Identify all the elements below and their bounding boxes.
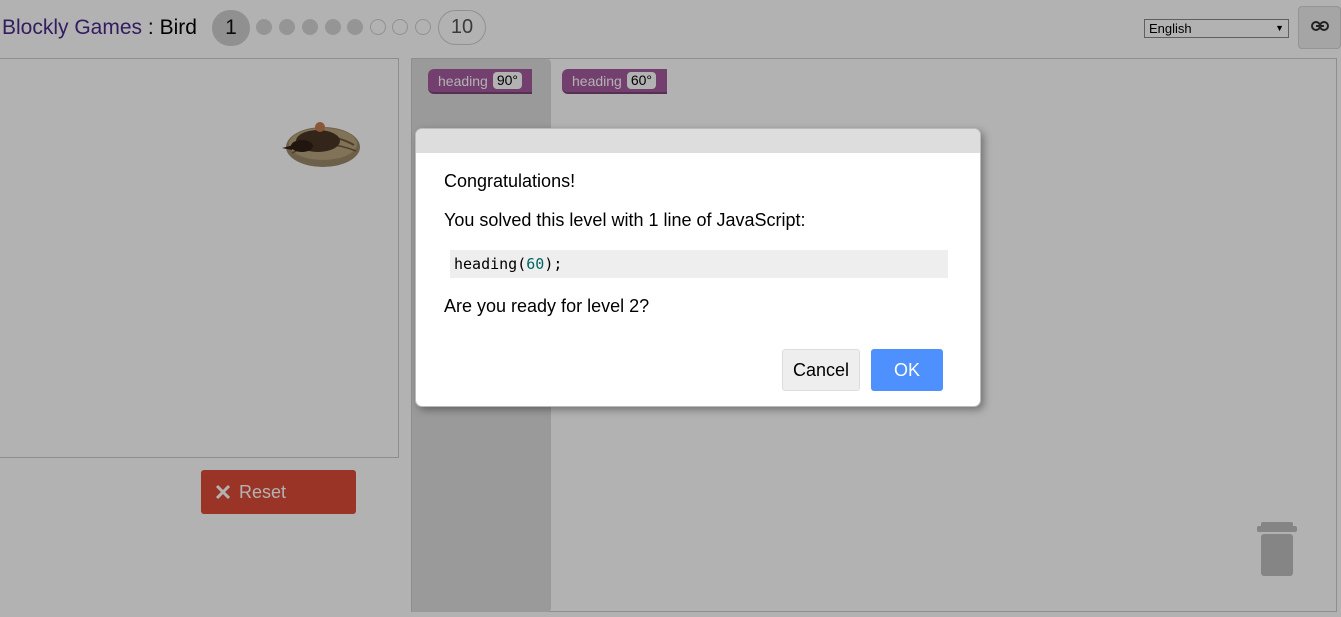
congratulations-dialog: Congratulations! You solved this level w… [415, 128, 981, 407]
cancel-button[interactable]: Cancel [782, 349, 860, 391]
dialog-congrats-text: Congratulations! [444, 171, 576, 191]
code-fn: heading( [454, 255, 527, 273]
dialog-solved-text: You solved this level with 1 line of Jav… [444, 210, 806, 230]
code-snippet: heading(60); [450, 250, 948, 278]
app-root: Blockly Games : Bird 1 10 English ▼ Rese… [0, 0, 1341, 617]
dialog-title-bar[interactable] [416, 129, 980, 153]
code-arg: 60 [526, 255, 545, 273]
ok-button[interactable]: OK [871, 349, 943, 391]
dialog-ready-text: Are you ready for level 2? [444, 296, 650, 316]
code-end: ); [544, 255, 563, 273]
